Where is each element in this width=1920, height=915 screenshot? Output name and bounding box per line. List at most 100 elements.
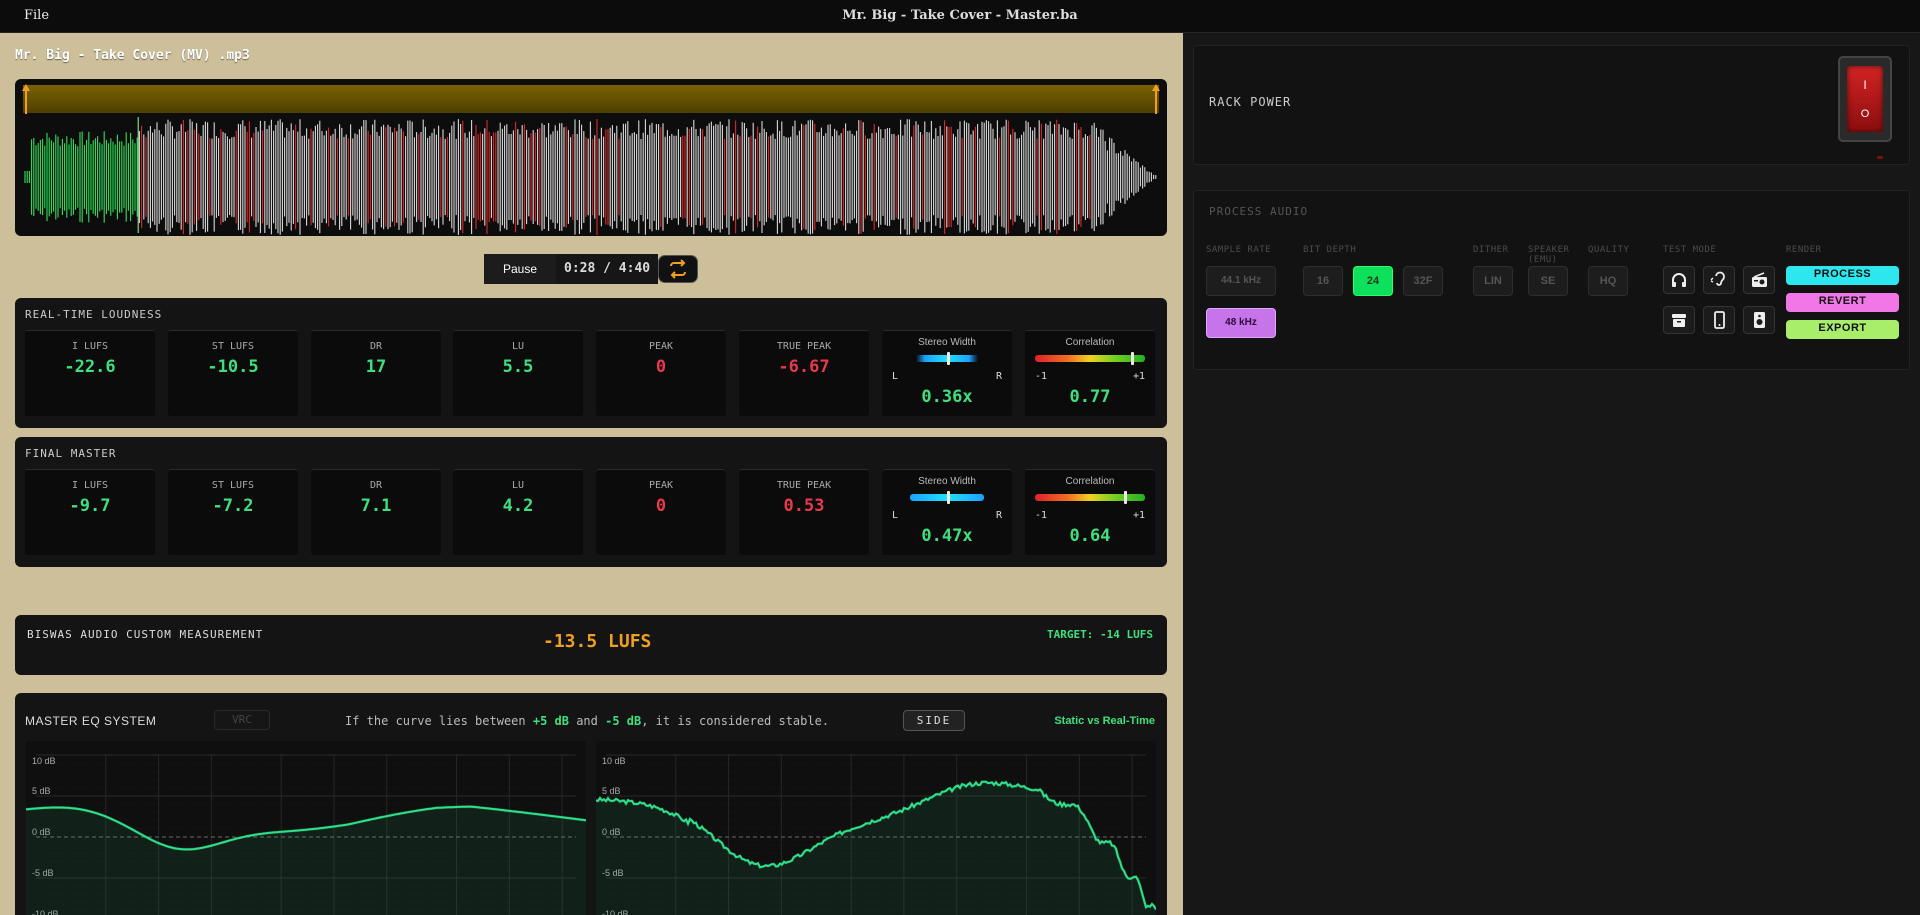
- realtime-stereo-width-meter: Stereo Width L R 0.36x: [882, 330, 1012, 416]
- loop-icon: [670, 259, 686, 279]
- test-mode-label: TEST MODE: [1663, 245, 1717, 255]
- time-display: 0:28 / 4:40: [556, 254, 658, 284]
- transport-bar: Pause 0:28 / 4:40: [484, 254, 698, 284]
- region-end-arrow-icon[interactable]: [1151, 83, 1161, 115]
- meter-label: I LUFS: [71, 341, 109, 352]
- bit-depth-32f-button[interactable]: 32F: [1403, 266, 1443, 296]
- meter-label: PEAK: [648, 480, 674, 491]
- realtime-st-lufs-meter: ST LUFS -10.5: [168, 330, 298, 416]
- meter-value: -22.6: [64, 357, 116, 377]
- test-radio-button[interactable]: [1743, 266, 1775, 294]
- correlation-handle: [1123, 491, 1127, 504]
- pause-button[interactable]: Pause: [484, 254, 556, 284]
- meter-value: 0.47x: [921, 526, 973, 546]
- waveform-display[interactable]: [15, 79, 1167, 236]
- final-true-peak-meter: TRUE PEAK 0.53: [739, 469, 869, 555]
- left-channel-label: L: [892, 510, 899, 521]
- test-phone-button[interactable]: [1703, 306, 1735, 334]
- dither-button[interactable]: LIN: [1473, 266, 1513, 296]
- stereo-width-handle: [947, 491, 951, 504]
- power-led: [1877, 156, 1883, 159]
- eq-y-tick-label: 5 dB: [602, 786, 621, 796]
- bit-depth-24-button[interactable]: 24: [1353, 266, 1393, 296]
- note-text: and: [568, 714, 606, 728]
- track-title: Mr. Big - Take Cover (MV) .mp3: [15, 48, 250, 63]
- custom-measurement-title: BISWAS AUDIO CUSTOM MEASUREMENT: [27, 628, 264, 641]
- eq-mode-label[interactable]: Static vs Real-Time: [1054, 715, 1155, 727]
- right-panel: RACK POWER I O PROCESS AUDIO SAMPLE RATE…: [1183, 33, 1920, 915]
- final-stereo-width-meter: Stereo Width L R 0.47x: [882, 469, 1012, 555]
- power-on-mark: I: [1863, 78, 1867, 92]
- sample-rate-44-button[interactable]: 44.1 kHz: [1206, 266, 1276, 296]
- final-correlation-meter: Correlation -1 +1 0.64: [1025, 469, 1155, 555]
- meter-value: 17: [365, 357, 387, 377]
- speaker-label-text: SPEAKER: [1528, 245, 1570, 255]
- power-switch[interactable]: I O: [1838, 56, 1892, 142]
- export-button[interactable]: EXPORT: [1786, 320, 1899, 339]
- loop-button[interactable]: [658, 255, 698, 283]
- bit-depth-label: BIT DEPTH: [1303, 245, 1357, 255]
- process-button[interactable]: PROCESS: [1786, 266, 1899, 285]
- side-button[interactable]: SIDE: [903, 710, 965, 731]
- test-headphones-button[interactable]: [1663, 266, 1695, 294]
- realtime-title: REAL-TIME LOUDNESS: [25, 308, 163, 321]
- note-lower-bound: -5 dB: [605, 714, 642, 728]
- vrc-button[interactable]: VRC: [214, 710, 270, 730]
- realtime-dr-meter: DR 17: [311, 330, 441, 416]
- left-channel-label: L: [892, 371, 899, 382]
- bit-depth-16-button[interactable]: 16: [1303, 266, 1343, 296]
- speaker-emu-button[interactable]: SE: [1528, 266, 1568, 296]
- meter-label: DR: [369, 341, 383, 352]
- speaker-sub-label: (EMU): [1528, 255, 1558, 265]
- radio-icon: [1752, 272, 1767, 287]
- eq-y-tick-label: 10 dB: [602, 756, 626, 766]
- test-speaker-button[interactable]: [1743, 306, 1775, 334]
- quality-button[interactable]: HQ: [1588, 266, 1628, 296]
- power-rocker: I O: [1847, 66, 1883, 132]
- meter-label: Stereo Width: [918, 337, 976, 348]
- revert-button[interactable]: REVERT: [1786, 293, 1899, 312]
- correlation-bar: [1035, 355, 1145, 362]
- hearing-icon: [1710, 271, 1725, 286]
- test-earbud-button[interactable]: [1703, 266, 1735, 294]
- rack-power-box: RACK POWER I O: [1193, 45, 1910, 165]
- meter-label: Correlation: [1065, 476, 1115, 487]
- power-off-mark: O: [1860, 108, 1870, 120]
- title-bar: File Mr. Big - Take Cover - Master.ba: [0, 0, 1920, 33]
- meter-label: Stereo Width: [918, 476, 976, 487]
- sample-rate-48-button[interactable]: 48 kHz: [1206, 308, 1276, 338]
- left-panel: Mr. Big - Take Cover (MV) .mp3 Pause 0:2…: [0, 33, 1183, 915]
- eq-graph-realtime[interactable]: 501002005001k2k5k10k20k10 dB5 dB0 dB-5 d…: [596, 741, 1156, 915]
- master-eq-panel: MASTER EQ SYSTEM VRC If the curve lies b…: [15, 693, 1167, 915]
- meter-label: TRUE PEAK: [776, 341, 832, 352]
- realtime-lu-meter: LU 5.5: [453, 330, 583, 416]
- process-audio-box: PROCESS AUDIO SAMPLE RATE 44.1 kHz 48 kH…: [1193, 190, 1910, 370]
- eq-title: MASTER EQ SYSTEM: [25, 714, 157, 728]
- test-archive-button[interactable]: [1663, 306, 1695, 334]
- loop-region[interactable]: [23, 85, 1159, 113]
- realtime-i-lufs-meter: I LUFS -22.6: [25, 330, 155, 416]
- target-loudness: TARGET: -14 LUFS: [1047, 628, 1153, 641]
- note-upper-bound: +5 dB: [532, 714, 569, 728]
- eq-graph-static[interactable]: 501002005001k2k5k10k20k10 dB5 dB0 dB-5 d…: [26, 741, 586, 915]
- window-title: Mr. Big - Take Cover - Master.ba: [842, 8, 1078, 23]
- correlation-handle: [1130, 352, 1134, 365]
- meter-value: -7.2: [212, 496, 254, 516]
- headphones-icon: [1672, 273, 1686, 287]
- waveform[interactable]: [15, 115, 1167, 235]
- right-channel-label: R: [995, 371, 1002, 382]
- region-start-arrow-icon[interactable]: [21, 83, 31, 115]
- realtime-true-peak-meter: TRUE PEAK -6.67: [739, 330, 869, 416]
- realtime-peak-meter: PEAK 0: [596, 330, 726, 416]
- meter-label: PEAK: [648, 341, 674, 352]
- phone-icon: [1714, 311, 1725, 329]
- render-label: RENDER: [1786, 245, 1822, 255]
- meter-label: TRUE PEAK: [776, 480, 832, 491]
- meter-label: LU: [511, 480, 525, 491]
- eq-y-tick-label: 10 dB: [32, 756, 56, 766]
- meter-value: 7.1: [360, 496, 392, 516]
- meter-value: 0.77: [1069, 387, 1111, 407]
- process-audio-title: PROCESS AUDIO: [1209, 205, 1309, 218]
- sample-rate-label: SAMPLE RATE: [1206, 245, 1272, 255]
- correlation-max-label: +1: [1132, 510, 1145, 521]
